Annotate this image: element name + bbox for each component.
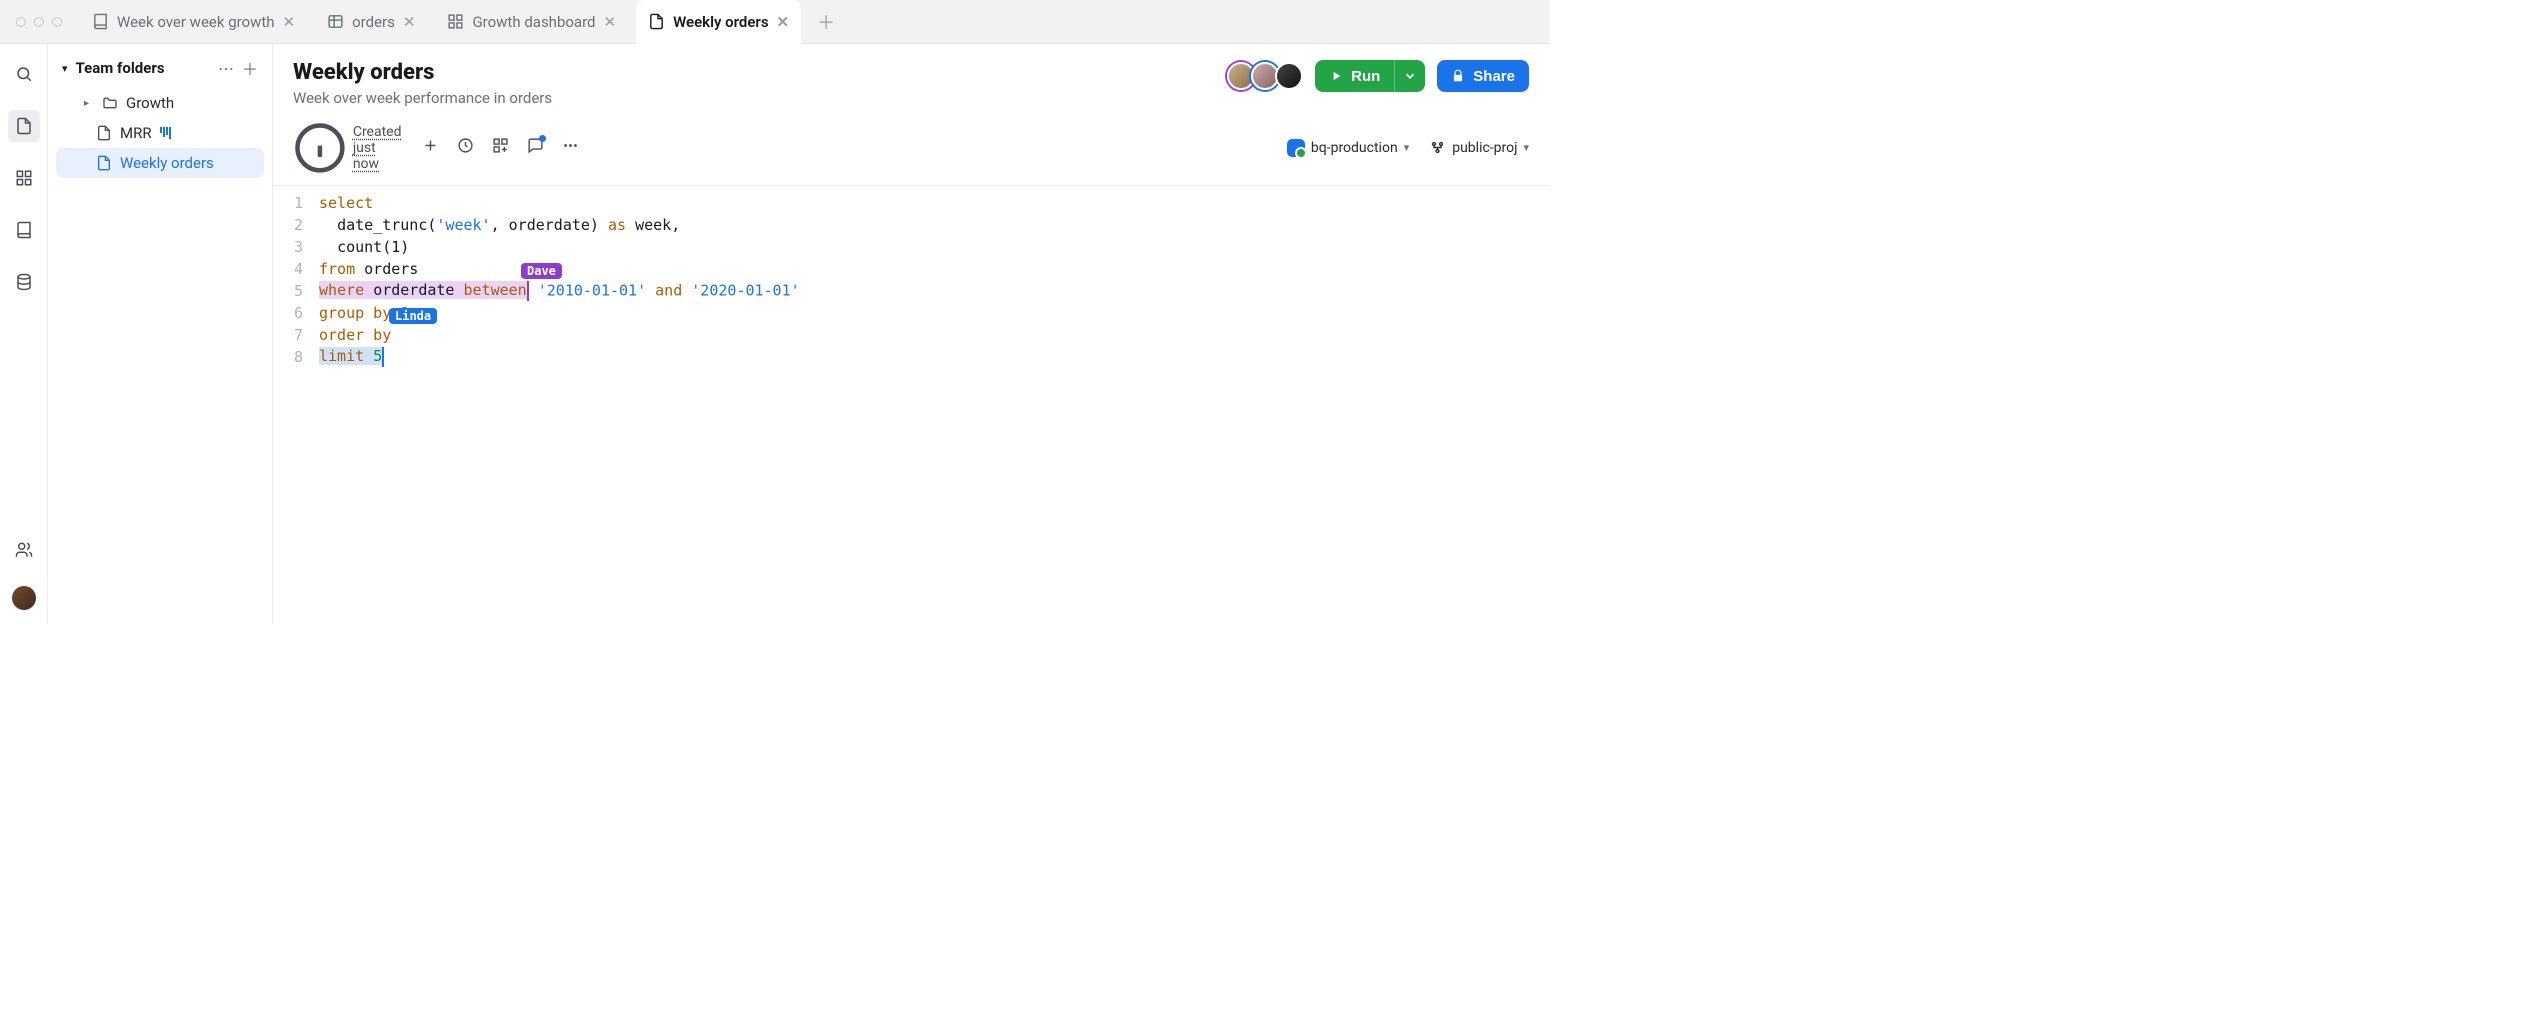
presence-cursor-linda: Linda [389,308,437,324]
file-icon [96,155,112,171]
docs-button[interactable] [8,214,40,246]
grid-icon [447,13,464,30]
close-icon[interactable]: ✕ [283,13,296,31]
search-button[interactable] [8,58,40,90]
tab-label: orders [352,13,395,31]
created-info[interactable]: Created just now [293,121,404,175]
grid-icon [15,169,33,187]
table-icon [327,13,344,30]
zoom-window-icon[interactable] [52,17,62,27]
line-number: 5 [273,282,319,300]
created-label: Created just now [353,124,404,172]
line-number: 4 [273,260,319,278]
more-icon[interactable]: ⋯ [218,59,234,78]
current-user-avatar[interactable] [12,586,36,610]
chevron-down-icon: ▾ [1404,141,1410,154]
window-controls[interactable] [16,17,62,27]
history-button[interactable] [457,137,474,158]
icon-rail [0,44,48,624]
lock-icon [1451,69,1465,83]
file-icon [96,125,112,141]
sidebar-item-weekly-orders[interactable]: Weekly orders [56,148,264,178]
sidebar-item-label: Weekly orders [120,154,214,172]
chevron-down-icon [1403,69,1417,83]
tab-bar: Week over week growth ✕ orders ✕ Growth … [0,0,1549,44]
chevron-right-icon: ▸ [84,98,94,109]
run-label: Run [1351,68,1380,85]
plus-icon [422,137,439,154]
dashboards-button[interactable] [8,162,40,194]
line-number: 1 [273,194,319,212]
project-picker[interactable]: public-proj ▾ [1429,139,1529,156]
book-icon [15,221,33,239]
line-number: 8 [273,348,319,366]
sidebar-item-label: Growth [126,94,174,112]
run-options-button[interactable] [1394,60,1425,92]
notification-dot-icon [539,135,546,142]
line-number: 6 [273,304,319,322]
sidebar-item-growth[interactable]: ▸ Growth [56,88,264,118]
grid-plus-icon [492,137,509,154]
more-button[interactable] [562,137,579,158]
doc-toolbar: Created just now bq-production ▾ public-… [273,111,1549,186]
connection-status-icon [1287,139,1305,157]
doc-subtitle[interactable]: Week over week performance in orders [293,89,1231,107]
database-icon [15,273,33,291]
tab-weekly-orders[interactable]: Weekly orders ✕ [636,0,801,44]
connection-label: bq-production [1311,140,1398,156]
sidebar: ▾ Team folders ⋯ ＋ ▸ Growth MRR Weekly o… [48,44,273,624]
book-icon [92,13,109,30]
share-label: Share [1473,68,1515,85]
tab-growth-dashboard[interactable]: Growth dashboard ✕ [435,0,628,44]
main-pane: Weekly orders Week over week performance… [273,44,1549,624]
comments-button[interactable] [527,137,544,158]
avatar[interactable] [1275,62,1303,90]
sql-editor[interactable]: 1select 2 date_trunc('week', orderdate) … [273,186,1549,374]
line-number: 2 [273,216,319,234]
doc-title[interactable]: Weekly orders [293,60,1231,85]
add-button[interactable] [422,137,439,158]
project-label: public-proj [1452,140,1517,156]
people-button[interactable] [8,534,40,566]
chart-badge-icon [160,127,171,139]
tab-orders[interactable]: orders ✕ [315,0,427,44]
close-icon[interactable]: ✕ [403,13,416,31]
people-icon [15,541,33,559]
line-number: 3 [273,238,319,256]
sidebar-item-label: MRR [120,124,152,142]
run-button[interactable]: Run [1315,60,1394,92]
more-icon [562,137,579,154]
play-icon [1329,69,1343,83]
sidebar-title: Team folders [76,59,210,77]
tab-label: Growth dashboard [472,13,595,31]
tab-week-over-week-growth[interactable]: Week over week growth ✕ [80,0,307,44]
info-icon [293,121,347,175]
close-icon[interactable]: ✕ [777,13,790,31]
close-window-icon[interactable] [16,17,26,27]
new-tab-button[interactable]: ＋ [809,9,843,35]
minimize-window-icon[interactable] [34,17,44,27]
file-icon [15,117,33,135]
tab-label: Week over week growth [117,13,275,31]
close-icon[interactable]: ✕ [604,13,617,31]
search-icon [15,65,33,83]
connection-picker[interactable]: bq-production ▾ [1287,139,1409,157]
file-icon [648,13,665,30]
chevron-down-icon: ▾ [1523,141,1529,154]
line-number: 7 [273,326,319,344]
tab-label: Weekly orders [673,13,768,31]
project-icon [1429,139,1446,156]
clock-icon [457,137,474,154]
folder-icon [102,95,118,111]
collapse-icon[interactable]: ▾ [62,62,68,75]
share-button[interactable]: Share [1437,60,1529,92]
sidebar-item-mrr[interactable]: MRR [56,118,264,148]
collaborator-avatars[interactable] [1231,62,1303,90]
add-block-button[interactable] [492,137,509,158]
presence-cursor-dave: Dave [521,263,562,279]
files-button[interactable] [8,110,40,142]
add-icon[interactable]: ＋ [242,56,258,80]
data-button[interactable] [8,266,40,298]
